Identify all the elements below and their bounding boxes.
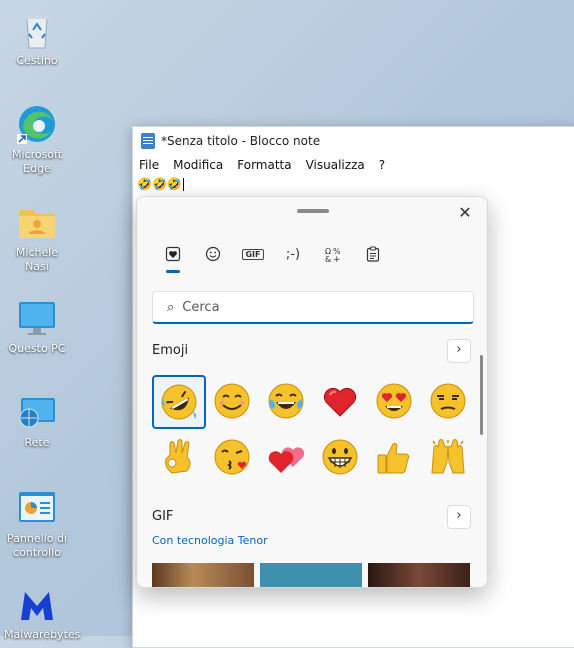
menu-formatta[interactable]: Formatta — [237, 158, 291, 172]
beaming-face-emoji-icon — [322, 439, 358, 475]
gif-see-more-button[interactable]: › — [447, 505, 471, 529]
emoji-panel: ✕ GIF ;-) Ω% & + ⌕ Cerca Emoji › GIF › C… — [136, 196, 488, 588]
tab-symbols[interactable]: Ω% & + — [313, 241, 353, 267]
edge-icon — [15, 102, 59, 146]
raising-hands-emoji-icon — [431, 439, 465, 474]
window-title: *Senza titolo - Blocco note — [161, 134, 321, 148]
close-button[interactable]: ✕ — [455, 203, 475, 223]
tab-kaomoji[interactable]: ;-) — [273, 241, 313, 267]
category-tabs: GIF ;-) Ω% & + — [153, 241, 393, 273]
desktop-icon-label: Malwarebytes — [4, 628, 81, 641]
symbols-icon: Ω %& + — [325, 247, 341, 262]
desktop-icon-label: Questo PC — [8, 342, 66, 355]
gif-thumbnail[interactable] — [152, 563, 254, 587]
search-field[interactable]: ⌕ Cerca — [152, 291, 474, 324]
menu-visualizza[interactable]: Visualizza — [306, 158, 365, 172]
emoji-smiling-face[interactable] — [206, 375, 258, 427]
user-folder-icon — [15, 200, 59, 244]
desktop-icon-user-folder[interactable]: Michele Nasi — [4, 200, 70, 274]
rolling-laughing-emoji-icon — [161, 384, 197, 420]
emoji-raising-hands[interactable] — [422, 431, 474, 483]
tears-of-joy-emoji-icon — [268, 383, 304, 419]
svg-text:&: & — [325, 255, 331, 262]
blowing-kiss-emoji-icon — [214, 439, 250, 475]
menu-file[interactable]: File — [139, 158, 159, 172]
chevron-right-icon: › — [456, 342, 462, 357]
smiling-face-emoji-icon — [214, 383, 250, 419]
text-caret — [182, 177, 184, 191]
recycle-bin-icon — [15, 8, 59, 52]
emoji-thumbs-up[interactable] — [368, 431, 420, 483]
chevron-right-icon: › — [456, 508, 462, 523]
emoji-two-hearts[interactable] — [260, 431, 312, 483]
emoji-heart-eyes[interactable] — [368, 375, 420, 427]
unamused-face-emoji-icon — [430, 383, 466, 419]
malwarebytes-icon — [15, 582, 59, 626]
emoji-beaming-face[interactable] — [314, 431, 366, 483]
desktop-icon-edge[interactable]: Microsoft Edge — [4, 102, 70, 176]
clipboard-icon — [366, 246, 380, 262]
desktop-icon-label: Pannello di controllo — [7, 532, 67, 559]
emoji-red-heart[interactable] — [314, 375, 366, 427]
desktop-icon-label: Microsoft Edge — [11, 148, 63, 175]
thumbs-up-emoji-icon — [377, 442, 410, 474]
ok-hand-emoji-icon — [165, 439, 191, 474]
smiley-icon — [205, 246, 221, 262]
menu-bar: File Modifica Formatta Visualizza ? — [133, 155, 574, 175]
emoji-ok-hand[interactable] — [152, 431, 204, 483]
heart-eyes-emoji-icon — [376, 383, 412, 419]
search-placeholder: Cerca — [182, 299, 220, 315]
desktop-icon-label: Michele Nasi — [15, 246, 59, 273]
tab-smiley[interactable] — [193, 241, 233, 267]
notepad-icon — [141, 133, 155, 149]
tab-clipboard[interactable] — [353, 241, 393, 267]
network-icon — [15, 390, 59, 434]
desktop-icon-this-pc[interactable]: Questo PC — [4, 296, 70, 356]
emoji-see-more-button[interactable]: › — [447, 339, 471, 363]
menu-modifica[interactable]: Modifica — [173, 158, 223, 172]
red-heart-emoji-icon — [323, 387, 357, 417]
gif-icon: GIF — [242, 248, 264, 260]
two-hearts-emoji-icon — [268, 447, 305, 473]
search-icon: ⌕ — [167, 299, 175, 315]
drag-handle[interactable] — [297, 209, 329, 213]
text-editor[interactable]: 🤣🤣🤣 — [133, 175, 574, 193]
editor-content: 🤣🤣🤣 — [137, 177, 182, 191]
gif-section-title: GIF — [152, 509, 174, 524]
tab-gif[interactable]: GIF — [233, 241, 273, 267]
svg-text:+: + — [333, 255, 341, 262]
emoji-rolling-on-floor-laughing[interactable] — [152, 375, 206, 429]
notepad-title-bar[interactable]: *Senza titolo - Blocco note — [133, 127, 574, 155]
desktop-icon-label: Rete — [24, 436, 50, 449]
emoji-face-blowing-kiss[interactable] — [206, 431, 258, 483]
desktop-icon-malwarebytes[interactable]: Malwarebytes — [4, 582, 81, 642]
control-panel-icon — [15, 486, 59, 530]
menu-help[interactable]: ? — [379, 158, 385, 172]
desktop-icon-network[interactable]: Rete — [4, 390, 70, 450]
gif-thumbnail[interactable] — [260, 563, 362, 587]
emoji-tears-of-joy[interactable] — [260, 375, 312, 427]
monitor-icon — [15, 296, 59, 340]
emoji-section-title: Emoji — [152, 343, 189, 358]
desktop-icon-recycle-bin[interactable]: Cestino — [4, 8, 70, 68]
heart-sticky-icon — [165, 246, 181, 262]
desktop-icon-control-panel[interactable]: Pannello di controllo — [4, 486, 70, 560]
emoji-unamused-face[interactable] — [422, 375, 474, 427]
kaomoji-icon: ;-) — [285, 246, 301, 262]
close-icon: ✕ — [458, 203, 472, 222]
desktop-icon-label: Cestino — [16, 54, 58, 67]
gif-thumbnail[interactable] — [368, 563, 470, 587]
scrollbar[interactable] — [480, 355, 483, 435]
tenor-attribution-link[interactable]: Con tecnologia Tenor — [152, 534, 268, 547]
tab-emoji[interactable] — [153, 241, 193, 273]
